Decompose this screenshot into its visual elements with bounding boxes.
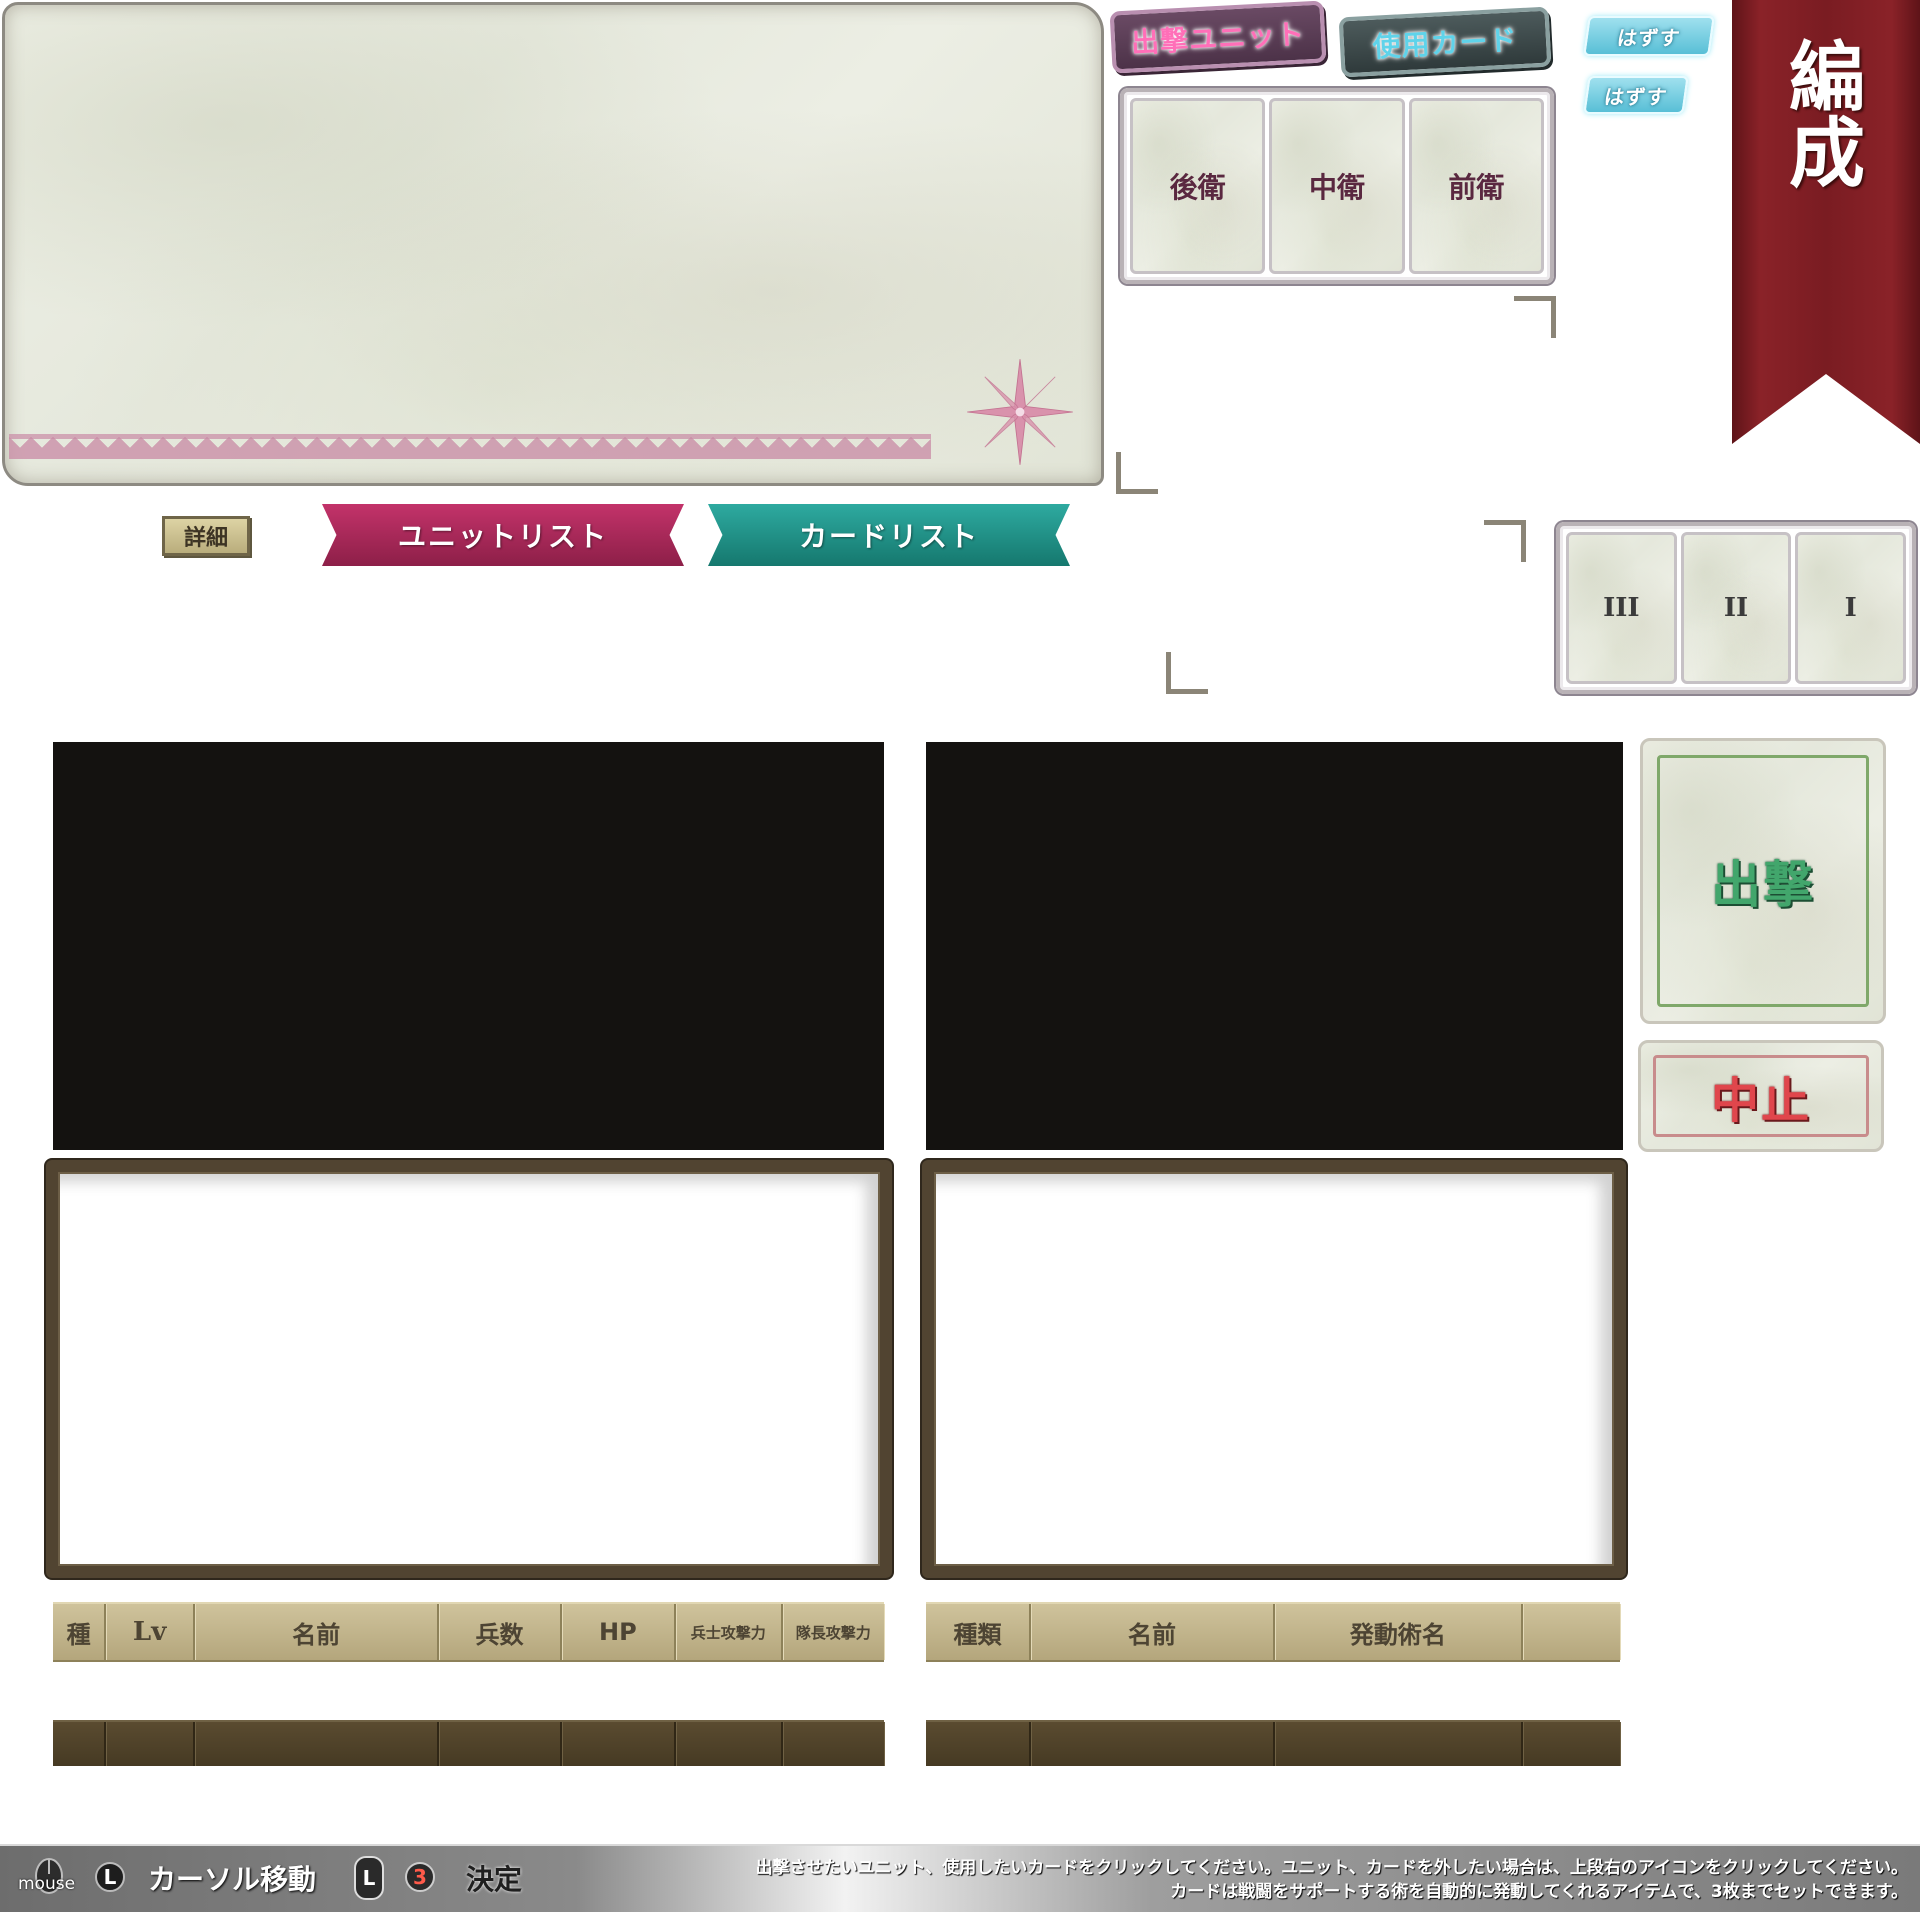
- page-title-line-1: 編: [1789, 33, 1865, 122]
- detail-button[interactable]: 詳細: [162, 516, 250, 556]
- column-header-card-name[interactable]: 名前: [1031, 1604, 1275, 1660]
- mouse-label: mouse: [18, 1874, 76, 1894]
- footer-cell: [783, 1722, 885, 1766]
- corner-bracket: [1484, 520, 1526, 562]
- card-slot-1[interactable]: I: [1795, 532, 1907, 684]
- l-button-icon: L: [95, 1862, 125, 1892]
- footer-cell: [106, 1722, 195, 1766]
- footer-cell: [926, 1722, 1032, 1766]
- cancel-button[interactable]: 中止: [1638, 1040, 1884, 1152]
- tab-unit-list[interactable]: ユニットリスト: [322, 504, 684, 566]
- three-button-icon: 3: [405, 1862, 435, 1892]
- column-header-troops[interactable]: 兵数: [439, 1604, 562, 1660]
- cursor-move-hint: カーソル移動: [148, 1863, 317, 1896]
- unit-position-slots: 後衛 中衛 前衛: [1120, 88, 1554, 284]
- unit-detail-panel: [2, 2, 1104, 486]
- use-card-tab[interactable]: 使用カード: [1338, 6, 1552, 78]
- footer-cell: [562, 1722, 677, 1766]
- card-slot-2[interactable]: II: [1680, 532, 1792, 684]
- help-text-line-1: 出撃させたいユニット、使用したいカードをクリックしてください。ユニット、カードを…: [755, 1858, 1908, 1878]
- card-list-frame[interactable]: [922, 1160, 1626, 1578]
- slot-rear-guard[interactable]: 後衛: [1130, 98, 1266, 274]
- unit-table-footer: [53, 1720, 884, 1766]
- sortie-button[interactable]: 出撃: [1640, 738, 1886, 1024]
- footer-cell: [676, 1722, 783, 1766]
- l-stick-icon: L: [354, 1856, 384, 1900]
- page-title: 編 成: [1762, 40, 1892, 192]
- slot-front-guard[interactable]: 前衛: [1408, 98, 1544, 274]
- card-slot-3[interactable]: III: [1566, 532, 1677, 684]
- card-table-footer: [926, 1720, 1620, 1766]
- sortie-button-label: 出撃: [1711, 856, 1815, 914]
- remove-card-button[interactable]: はずす: [1583, 76, 1689, 114]
- page-title-line-2: 成: [1789, 109, 1865, 198]
- cancel-button-label: 中止: [1710, 1073, 1811, 1129]
- column-header-level[interactable]: Lv: [106, 1604, 195, 1660]
- card-table-header: 種類 名前 発動術名: [926, 1602, 1620, 1662]
- unit-table-header: 種 Lv 名前 兵数 HP 兵士攻撃力 隊長攻撃力: [53, 1602, 884, 1662]
- card-slots: III II I: [1556, 522, 1916, 694]
- unit-list-frame[interactable]: [46, 1160, 892, 1578]
- column-header-captain-attack[interactable]: 隊長攻撃力: [783, 1604, 885, 1660]
- card-preview-area: [926, 742, 1623, 1150]
- tab-card-list[interactable]: カードリスト: [708, 504, 1070, 566]
- remove-unit-button[interactable]: はずす: [1583, 16, 1715, 56]
- column-header-type[interactable]: 種: [53, 1604, 107, 1660]
- footer-cell: [1275, 1722, 1523, 1766]
- footer-cell: [53, 1722, 107, 1766]
- footer-cell: [1523, 1722, 1620, 1766]
- corner-bracket: [1514, 296, 1556, 338]
- slot-middle-guard[interactable]: 中衛: [1269, 98, 1405, 274]
- column-header-name[interactable]: 名前: [195, 1604, 440, 1660]
- column-header-kind[interactable]: 種類: [926, 1604, 1032, 1660]
- sortie-unit-tab[interactable]: 出撃ユニット: [1109, 0, 1327, 74]
- footer-cell: [195, 1722, 440, 1766]
- corner-bracket: [1166, 652, 1208, 694]
- unit-preview-area: [53, 742, 884, 1150]
- footer-cell: [1031, 1722, 1275, 1766]
- column-header-hp[interactable]: HP: [562, 1604, 677, 1660]
- column-header-soldier-attack[interactable]: 兵士攻撃力: [676, 1604, 783, 1660]
- help-text-line-2: カードは戦闘をサポートする術を自動的に発動してくれるアイテムで、3枚までセットで…: [1170, 1882, 1908, 1902]
- column-header-blank: [1523, 1604, 1620, 1660]
- footer-cell: [439, 1722, 562, 1766]
- column-header-skill-name[interactable]: 発動術名: [1275, 1604, 1523, 1660]
- compass-rose-icon: [967, 359, 1073, 465]
- confirm-hint: 決定: [466, 1863, 523, 1896]
- decorative-zigzag-border: [9, 437, 931, 465]
- corner-bracket: [1116, 452, 1158, 494]
